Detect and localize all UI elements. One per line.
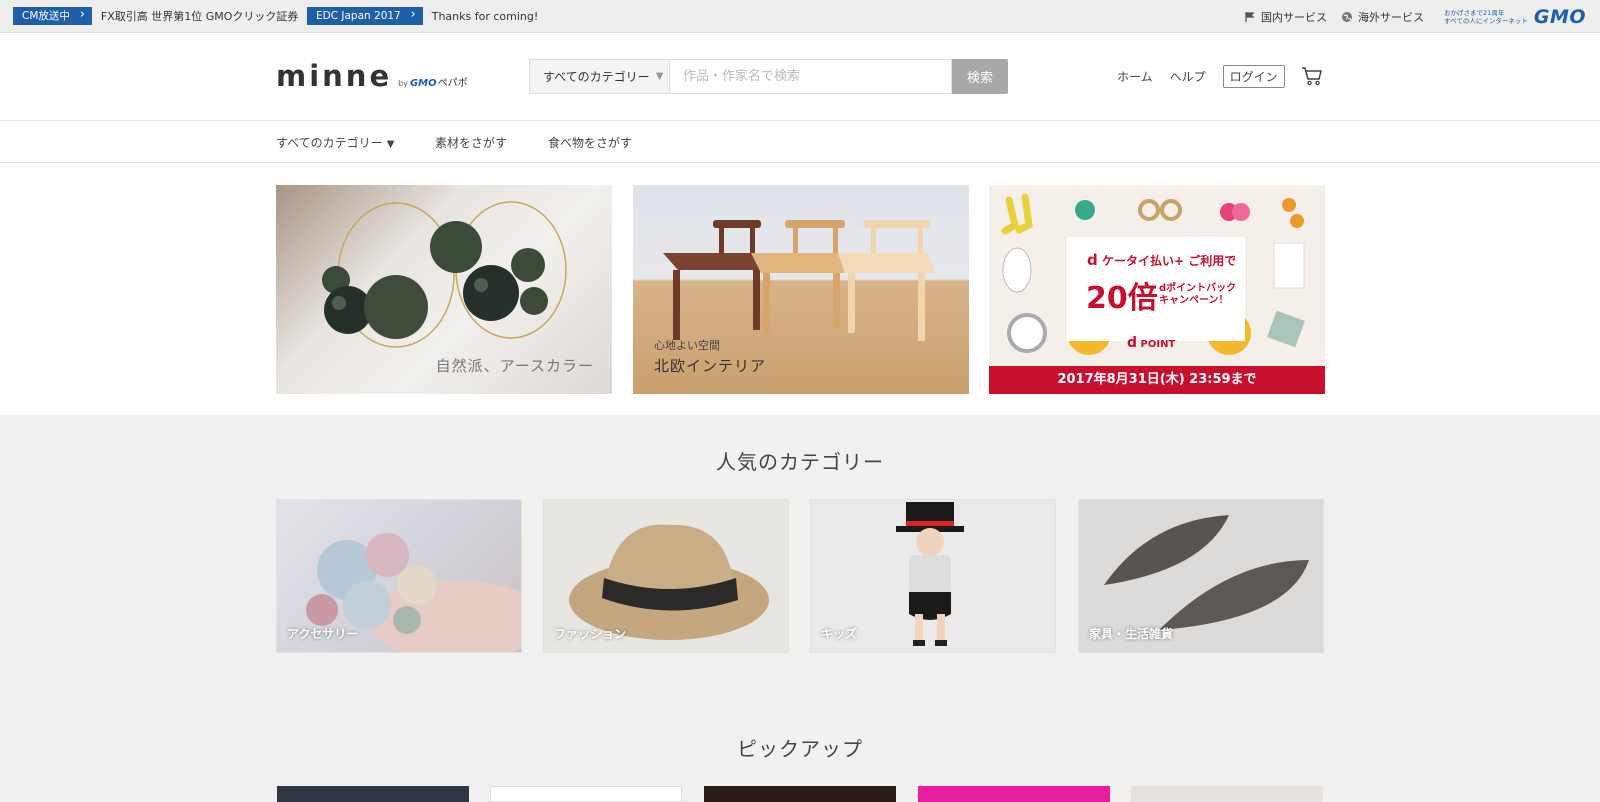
news-item[interactable]: EDC Japan 2017 Thanks for coming! (307, 6, 539, 25)
logo-pepabo: ペパボ (437, 78, 468, 89)
news-tag: CM放送中 (13, 6, 92, 25)
search-input[interactable] (670, 59, 952, 94)
dropdown-triangle-icon: ▼ (386, 139, 395, 150)
pickup-card[interactable] (490, 786, 682, 802)
site-header: minne by GMO ペパボ すべてのカテゴリー ▼ 検索 ホーム ヘルプ … (0, 33, 1600, 121)
gmo-logo-text: GMO (1533, 5, 1586, 28)
category-label: ファッション (554, 627, 627, 641)
campaign-deadline: 2017年8月31日(木) 23:59まで (989, 366, 1325, 394)
campaign-side-line2: キャンペーン！ (1159, 295, 1229, 306)
d-point-logo: d POINT (1127, 335, 1176, 351)
gmo-tagline-internet: すべての人にインターネット (1444, 16, 1528, 25)
globe-icon (1342, 11, 1353, 22)
banner-subcaption: 心地よい空間 (654, 339, 720, 352)
domestic-services-label: 国内サービス (1261, 10, 1328, 24)
news-text[interactable]: Thanks for coming! (432, 10, 539, 23)
campaign-carrier-pay: ケータイ払い (1101, 254, 1174, 268)
banner-caption: 北欧インテリア (654, 357, 767, 375)
category-label: キッズ (821, 627, 858, 641)
cart-icon[interactable] (1301, 66, 1323, 86)
nav-food[interactable]: 食べ物をさがす (548, 134, 632, 151)
gmo-top-bar: CM放送中 FX取引高 世界第1位 GMOクリック証券 EDC Japan 20… (0, 0, 1600, 33)
logo-word: minne (276, 59, 393, 93)
d-point-text: POINT (1140, 339, 1176, 350)
popular-categories-title: 人気のカテゴリー (716, 450, 884, 474)
pickup-card[interactable] (277, 786, 469, 802)
gmo-logo[interactable]: おかげさまで21周年 すべての人にインターネット GMO (1444, 6, 1586, 28)
category-label: 家具・生活雑貨 (1089, 627, 1174, 641)
search-category-label: すべてのカテゴリー (543, 70, 650, 84)
news-text[interactable]: FX取引高 世界第1位 GMOクリック証券 (101, 8, 299, 24)
campaign-side-line1: dポイントバック (1159, 283, 1237, 294)
pickup-card[interactable] (704, 786, 896, 802)
pickup-card[interactable] (1131, 786, 1323, 802)
category-card-accessories[interactable]: アクセサリー (276, 499, 522, 653)
logo-by: by (398, 79, 408, 88)
pickup-card[interactable] (918, 786, 1110, 802)
logo-gmo: GMO (409, 78, 437, 89)
pickup-title: ピックアップ (737, 737, 863, 761)
overseas-services-link[interactable]: 海外サービス (1341, 9, 1424, 25)
login-button[interactable]: ログイン (1222, 64, 1285, 88)
banner-nordic-interior[interactable]: 心地よい空間 北欧インテリア (633, 185, 969, 394)
banner-earth-color[interactable]: 自然派、アースカラー (276, 185, 612, 394)
help-link[interactable]: ヘルプ (1170, 68, 1206, 85)
banner-d-point-campaign[interactable]: d ケータイ払い+ ご利用で 20倍 dポイントバック キャンペーン！ d PO… (989, 185, 1325, 394)
domestic-services-link[interactable]: 国内サービス (1244, 9, 1327, 25)
category-label: アクセサリー (287, 627, 359, 641)
category-card-furniture[interactable]: 家具・生活雑貨 (1078, 499, 1324, 653)
home-link[interactable]: ホーム (1117, 68, 1153, 85)
search-button[interactable]: 検索 (952, 59, 1008, 94)
header-nav: ホーム ヘルプ ログイン (1117, 64, 1323, 88)
flag-icon (1245, 11, 1255, 22)
dropdown-triangle-icon: ▼ (655, 71, 664, 82)
news-tag: EDC Japan 2017 (307, 6, 423, 25)
minne-logo[interactable]: minne by GMO ペパボ (276, 61, 468, 91)
category-card-fashion[interactable]: ファッション (543, 499, 789, 653)
gmo-tagline-anniversary: おかげさまで21周年 (1444, 8, 1505, 17)
campaign-usage: ご利用で (1188, 254, 1237, 268)
search-category-select[interactable]: すべてのカテゴリー ▼ (529, 59, 670, 94)
category-card-kids[interactable]: キッズ (810, 499, 1056, 653)
overseas-services-label: 海外サービス (1358, 10, 1425, 24)
campaign-multiplier: 20倍 (1086, 281, 1158, 316)
banner-caption: 自然派、アースカラー (435, 357, 594, 375)
category-nav: すべてのカテゴリー ▼ 素材をさがす 食べ物をさがす (0, 122, 1600, 163)
campaign-line1: d ケータイ払い+ ご利用で (1087, 251, 1237, 269)
nav-materials[interactable]: 素材をさがす (435, 134, 507, 151)
nav-all-categories[interactable]: すべてのカテゴリー ▼ (276, 134, 394, 151)
campaign-side-text: dポイントバック キャンペーン！ (1159, 283, 1236, 307)
search-bar: すべてのカテゴリー ▼ 検索 (529, 59, 1008, 94)
nav-all-categories-label: すべてのカテゴリー (276, 136, 383, 150)
news-item[interactable]: CM放送中 FX取引高 世界第1位 GMOクリック証券 (13, 6, 299, 25)
